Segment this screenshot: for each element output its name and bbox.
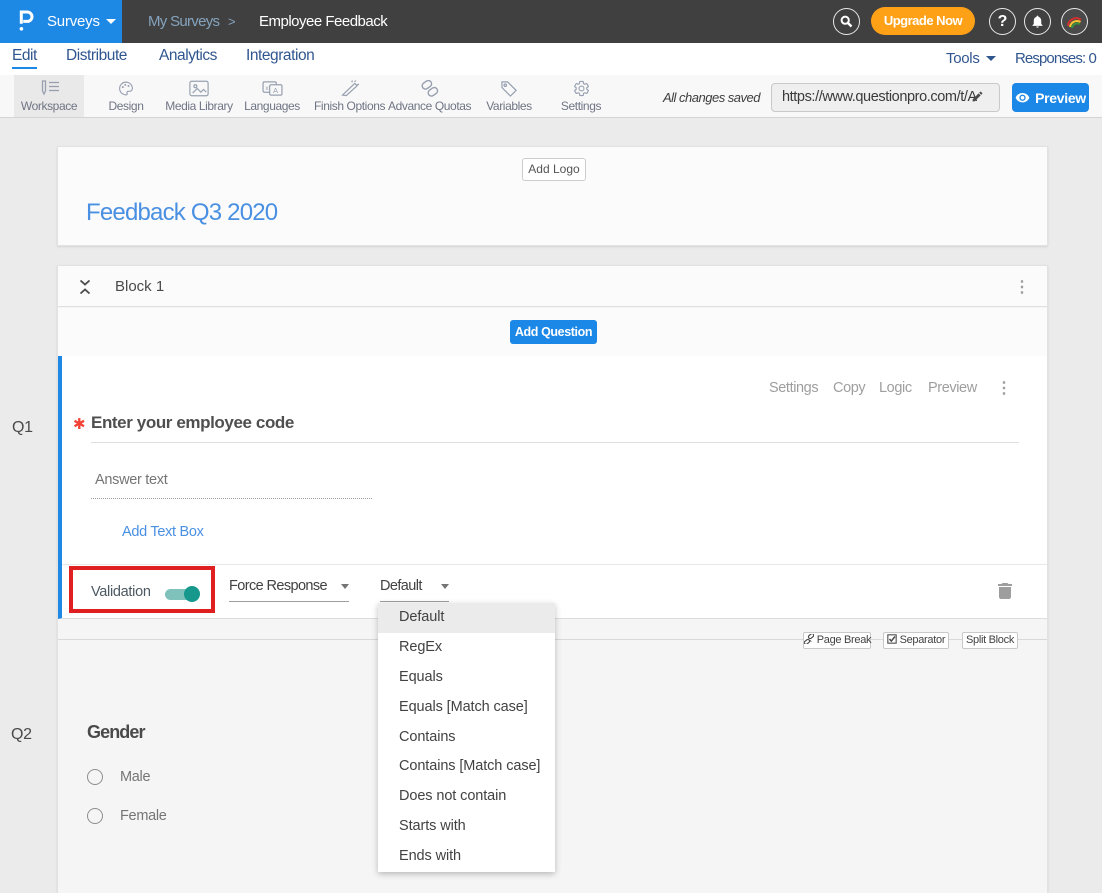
svg-text:x: x	[265, 85, 269, 92]
